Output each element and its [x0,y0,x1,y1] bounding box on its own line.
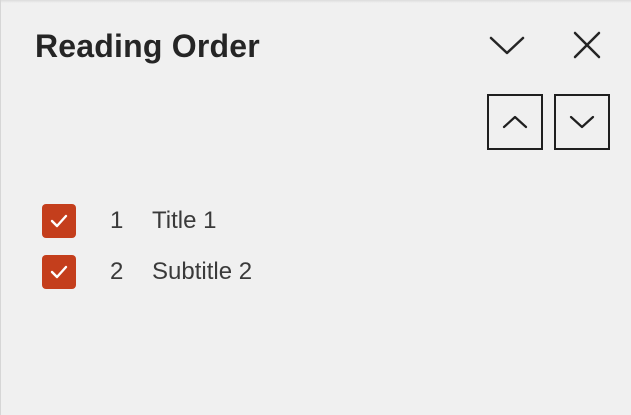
close-pane-button[interactable] [564,22,610,68]
list-item[interactable]: 1 Title 1 [42,195,252,246]
checkmark-icon [50,265,68,278]
item-label: Title 1 [152,206,217,234]
item-checkbox[interactable] [42,254,76,289]
reading-order-pane: Reading Order 1 Title 1 2 Subtitle 2 [0,0,631,415]
close-icon [573,31,601,59]
chevron-down-icon [569,115,595,129]
item-label: Subtitle 2 [152,257,253,285]
checkmark-icon [50,214,68,227]
collapse-pane-button[interactable] [484,22,530,68]
list-item[interactable]: 2 Subtitle 2 [42,246,252,297]
item-checkbox[interactable] [42,203,76,238]
pane-title: Reading Order [35,28,260,64]
chevron-up-icon [502,115,528,129]
reading-order-list: 1 Title 1 2 Subtitle 2 [42,195,252,297]
move-down-button[interactable] [554,94,610,150]
top-edge-shadow [1,0,631,3]
move-up-button[interactable] [487,94,543,150]
item-number: 1 [110,206,124,234]
chevron-down-icon [489,36,525,55]
item-number: 2 [110,257,124,285]
